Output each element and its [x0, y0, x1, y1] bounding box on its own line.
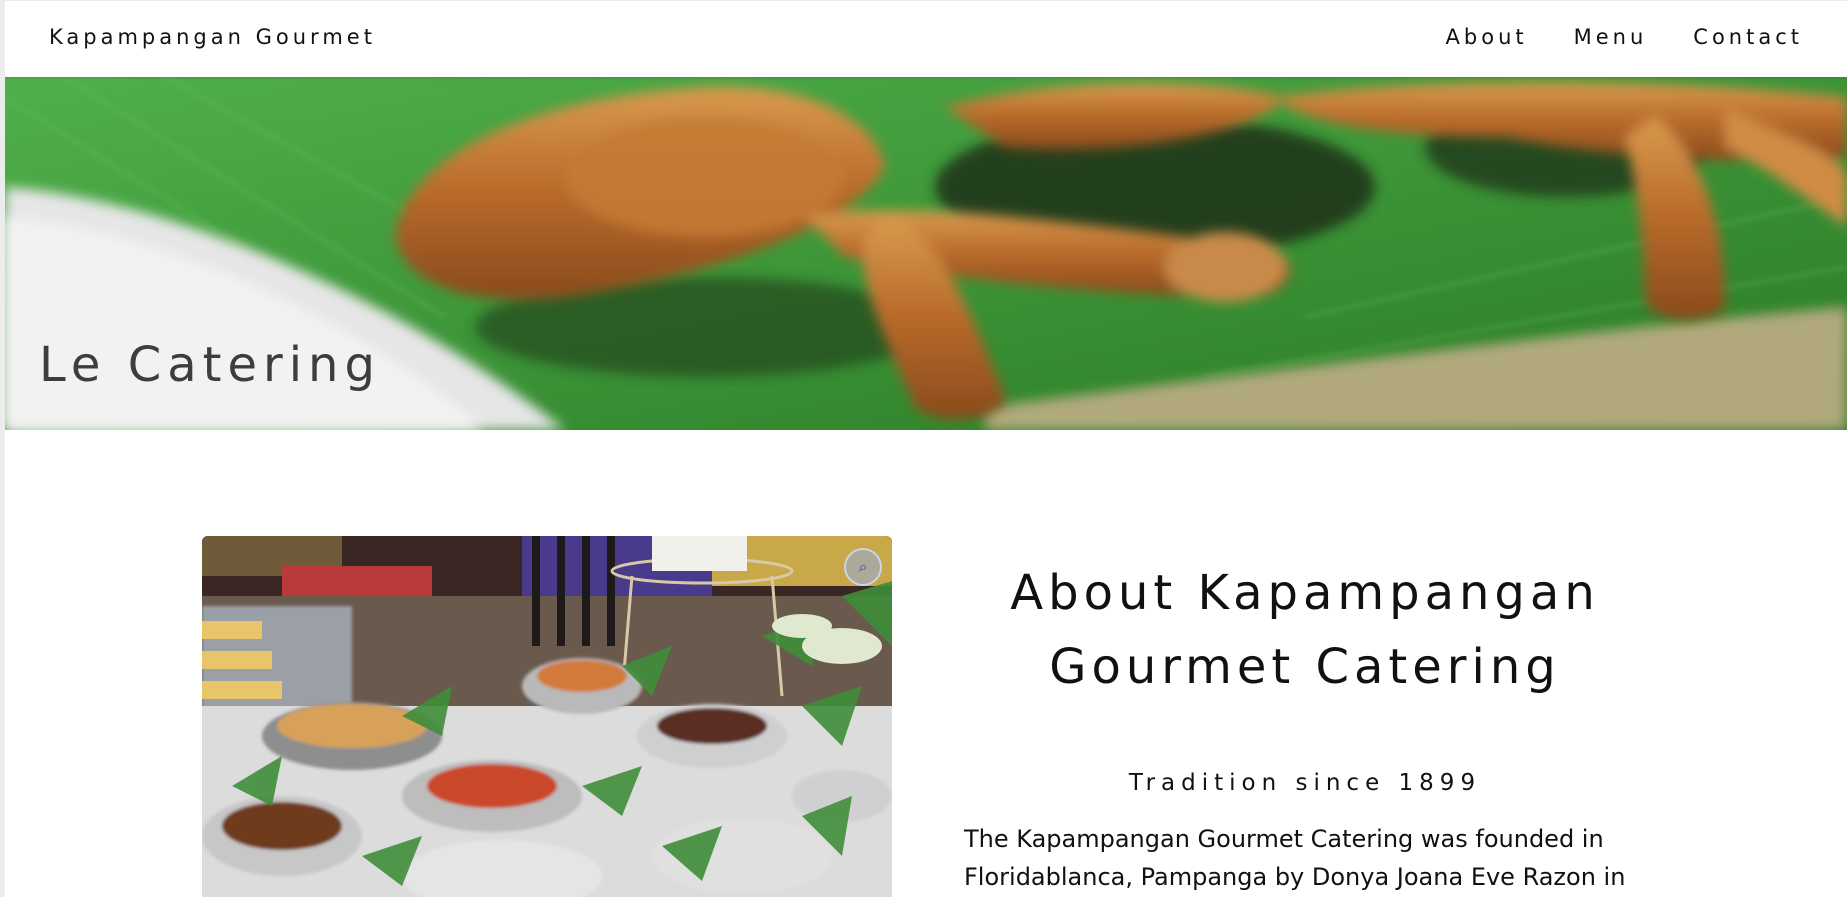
- about-heading: About Kapampangan Gourmet Catering: [1010, 565, 1600, 695]
- top-navigation-bar: Kapampangan Gourmet About Menu Contact: [5, 1, 1847, 77]
- about-photo: ⌕: [202, 536, 892, 897]
- page: Kapampangan Gourmet About Menu Contact L…: [5, 1, 1847, 897]
- about-subtitle: Tradition since 1899: [1128, 770, 1482, 796]
- nav-contact-link[interactable]: Contact: [1693, 25, 1803, 49]
- nav-menu-link[interactable]: Menu: [1574, 25, 1648, 49]
- main-nav: About Menu Contact: [1446, 25, 1803, 49]
- hero-title: Le Catering: [39, 337, 381, 393]
- buffet-image: [202, 536, 892, 897]
- nav-about-link[interactable]: About: [1446, 25, 1528, 49]
- brand-link[interactable]: Kapampangan Gourmet: [49, 25, 376, 49]
- about-body-text: The Kapampangan Gourmet Catering was fou…: [964, 825, 1626, 891]
- hero-banner: Le Catering: [5, 77, 1847, 430]
- about-section: About Kapampangan Gourmet Catering Tradi…: [955, 556, 1655, 896]
- image-search-icon[interactable]: ⌕: [844, 548, 882, 586]
